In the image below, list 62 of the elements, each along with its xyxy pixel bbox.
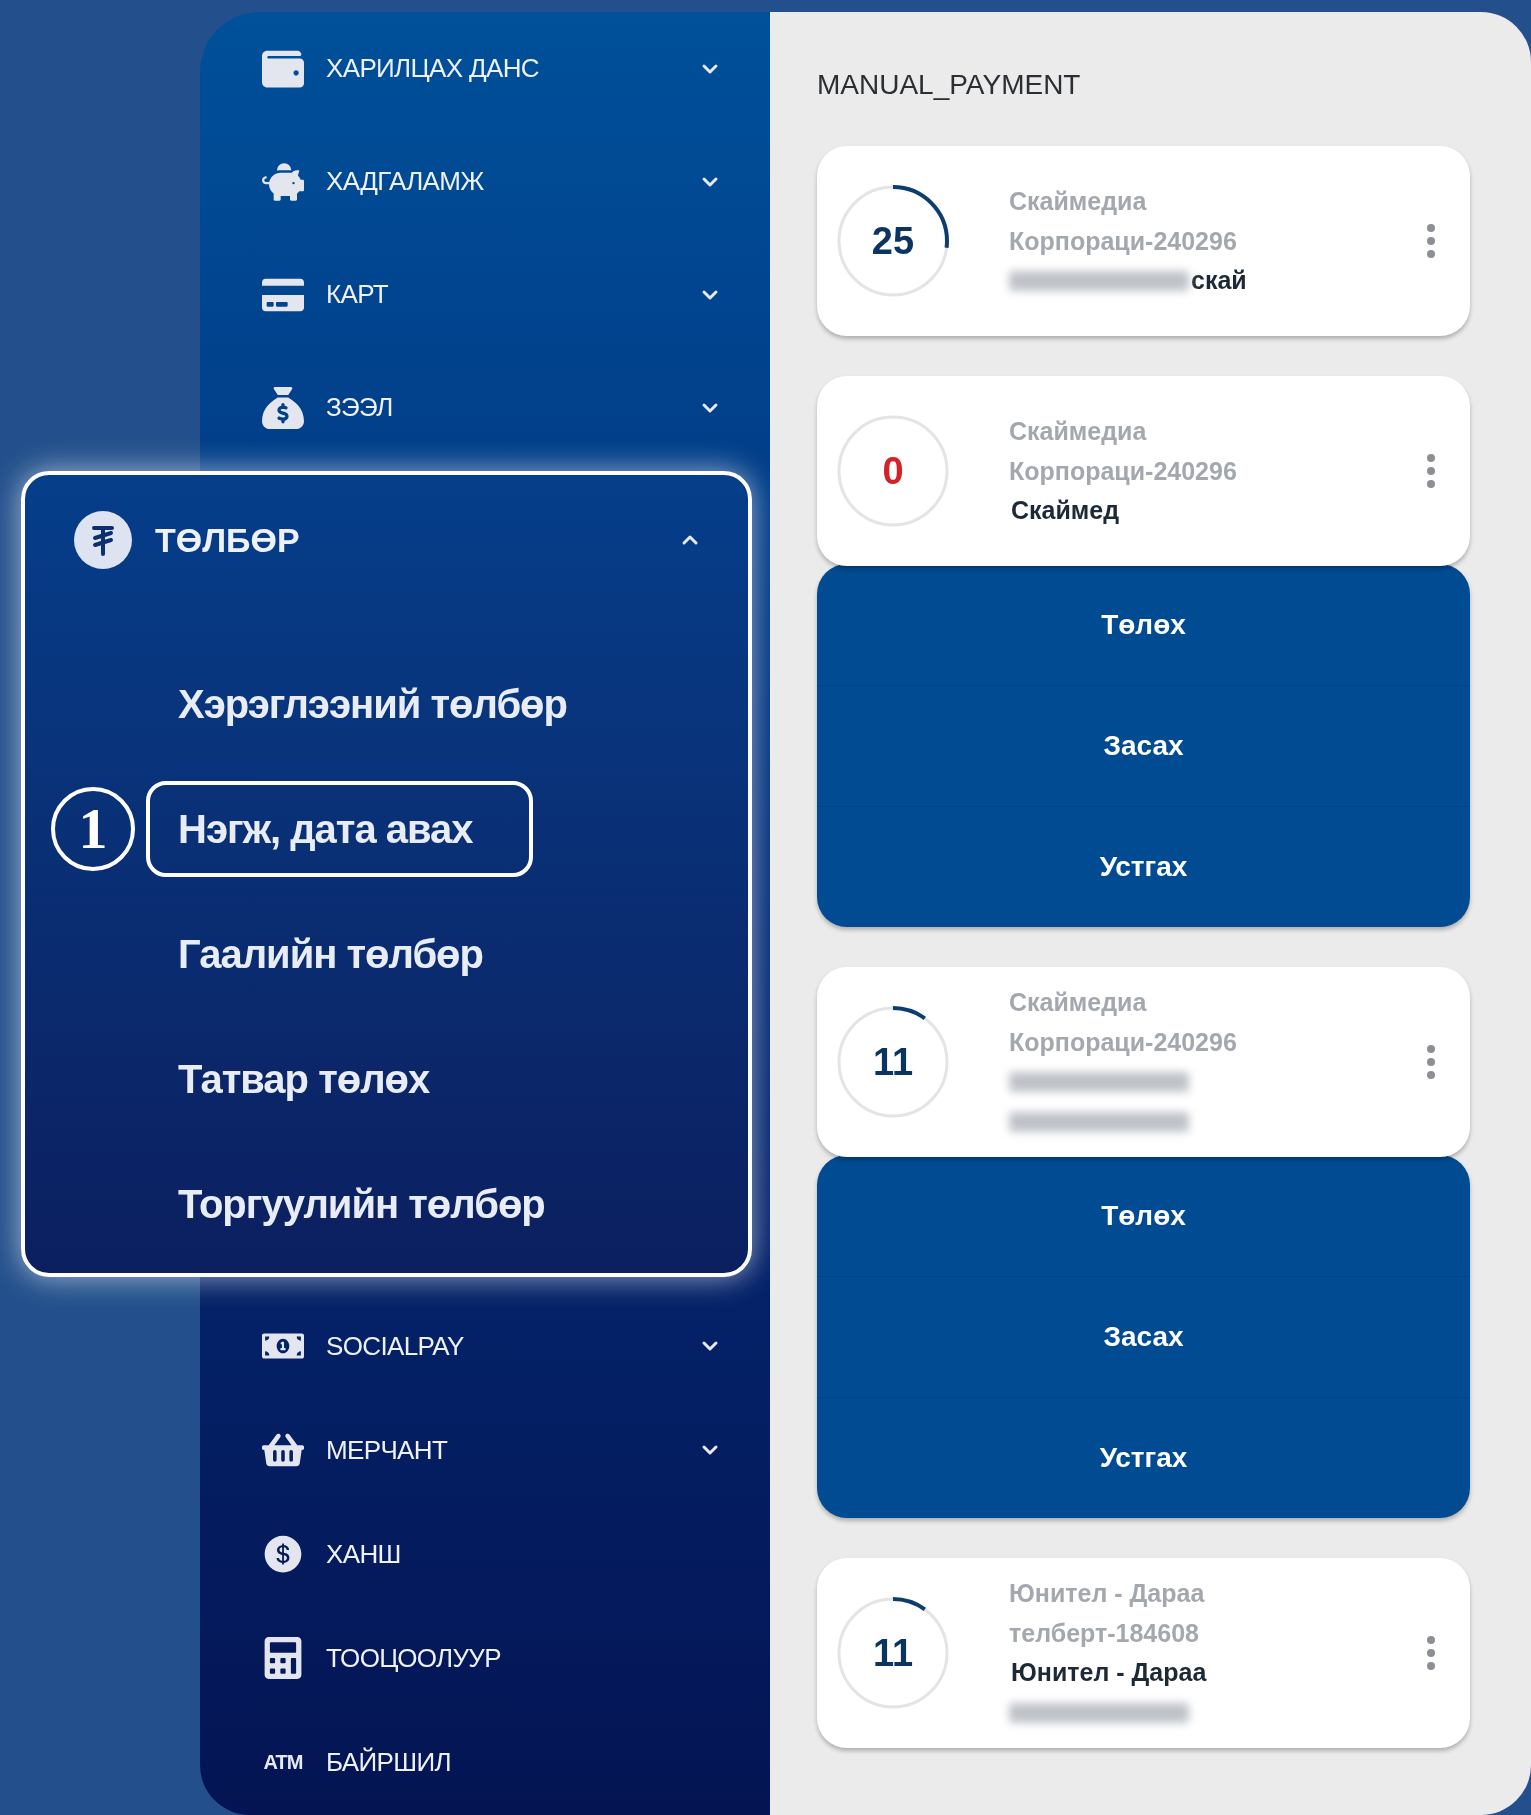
more-icon[interactable] bbox=[1426, 223, 1436, 259]
menu-item[interactable]: ТООЦООЛУУР bbox=[200, 1606, 770, 1710]
count-value: 25 bbox=[871, 218, 915, 264]
piggy-bank-icon bbox=[262, 160, 304, 203]
card-detail: Скаймед bbox=[1011, 495, 1120, 527]
count-value: 11 bbox=[872, 1630, 914, 1676]
money-bag-icon bbox=[262, 386, 304, 429]
card-title: Корпораци-240296 bbox=[1009, 456, 1238, 487]
action-item[interactable]: Засах bbox=[817, 685, 1470, 806]
menu-label: МЕРЧАНТ bbox=[326, 1433, 449, 1467]
step-marker: 1 bbox=[51, 786, 135, 871]
action-item[interactable]: Төлөх bbox=[817, 564, 1470, 685]
menu-label: ЗЭЭЛ bbox=[326, 391, 394, 424]
action-item[interactable]: Устгах bbox=[817, 1397, 1470, 1518]
menu-label: КАРТ bbox=[326, 278, 389, 311]
submenu-item[interactable]: Татвар төлөх bbox=[146, 1030, 462, 1127]
menu-label: ХАРИЛЦАХ ДАНС bbox=[326, 52, 540, 85]
card-title: Скаймедиа bbox=[1009, 186, 1148, 217]
payment-card[interactable]: 0 Скаймедиа Корпораци-240296 Скаймед bbox=[817, 376, 1470, 566]
submenu-item[interactable]: Гаалийн төлбөр bbox=[146, 905, 515, 1002]
tugrik-coin-icon bbox=[73, 510, 133, 570]
card-title: телберт-184608 bbox=[1009, 1618, 1200, 1649]
more-icon[interactable] bbox=[1426, 453, 1436, 489]
card-title: Корпораци-240296 bbox=[1009, 226, 1238, 257]
menu-item[interactable]: ХАРИЛЦАХ ДАНС bbox=[200, 12, 770, 125]
menu-label: ТООЦООЛУУР bbox=[326, 1641, 502, 1675]
action-item[interactable]: Засах bbox=[817, 1276, 1470, 1397]
submenu-item[interactable]: Торгуулийн төлбөр bbox=[146, 1155, 577, 1252]
menu-item[interactable]: ХАДГАЛАМЖ bbox=[200, 125, 770, 238]
menu-item[interactable]: МЕРЧАНТ bbox=[200, 1398, 770, 1502]
payment-card[interactable]: 25 Скаймедиа Корпораци-240296 скай bbox=[817, 146, 1470, 336]
action-item[interactable]: Устгах bbox=[817, 806, 1470, 927]
menu-item[interactable]: КАРТ bbox=[200, 238, 770, 351]
menu-header[interactable]: ТӨЛБӨР bbox=[25, 475, 748, 605]
card-title: Скаймедиа bbox=[1009, 987, 1148, 1018]
card-detail: Юнител - Дараа bbox=[1011, 1657, 1207, 1689]
dollar-icon bbox=[262, 1533, 304, 1575]
count-value: 11 bbox=[872, 1039, 914, 1085]
menu-item[interactable]: ХАНШ bbox=[200, 1502, 770, 1606]
menu-item[interactable]: SOCIALPAY bbox=[200, 1294, 770, 1398]
card-title: Юнител - Дараа bbox=[1009, 1578, 1206, 1609]
card-detail: скай bbox=[1191, 265, 1247, 297]
submenu-item[interactable]: Хэрэглээний төлбөр bbox=[146, 655, 599, 752]
action-item[interactable]: Төлөх bbox=[817, 1155, 1470, 1276]
calculator-icon bbox=[262, 1637, 304, 1679]
more-icon[interactable] bbox=[1426, 1635, 1436, 1671]
menu-item[interactable]: ЗЭЭЛ bbox=[200, 351, 770, 464]
payment-card[interactable]: 11 Юнител - Дараа телберт-184608 Юнител - Дараа bbox=[817, 1558, 1470, 1748]
menu-item[interactable]: ATM БАЙРШИЛ bbox=[200, 1710, 770, 1814]
more-icon[interactable] bbox=[1426, 1044, 1436, 1080]
card-title: Скаймедиа bbox=[1009, 416, 1148, 447]
atm-icon: ATM bbox=[263, 1747, 303, 1777]
menu-label: ХАНШ bbox=[326, 1537, 402, 1571]
menu-label: SOCIALPAY bbox=[326, 1329, 465, 1363]
count-value: 0 bbox=[882, 448, 904, 494]
menu-label: ТӨЛБӨР bbox=[155, 519, 301, 561]
menu-label: БАЙРШИЛ bbox=[326, 1745, 452, 1779]
page-title: MANUAL_PAYMENT bbox=[817, 68, 1082, 102]
submenu-item[interactable]: Нэгж, дата авах bbox=[146, 780, 533, 877]
menu-label: ХАДГАЛАМЖ bbox=[326, 165, 485, 198]
payment-card[interactable]: 11 Скаймедиа Корпораци-240296 bbox=[817, 967, 1470, 1157]
card-title: Корпораци-240296 bbox=[1009, 1027, 1238, 1058]
